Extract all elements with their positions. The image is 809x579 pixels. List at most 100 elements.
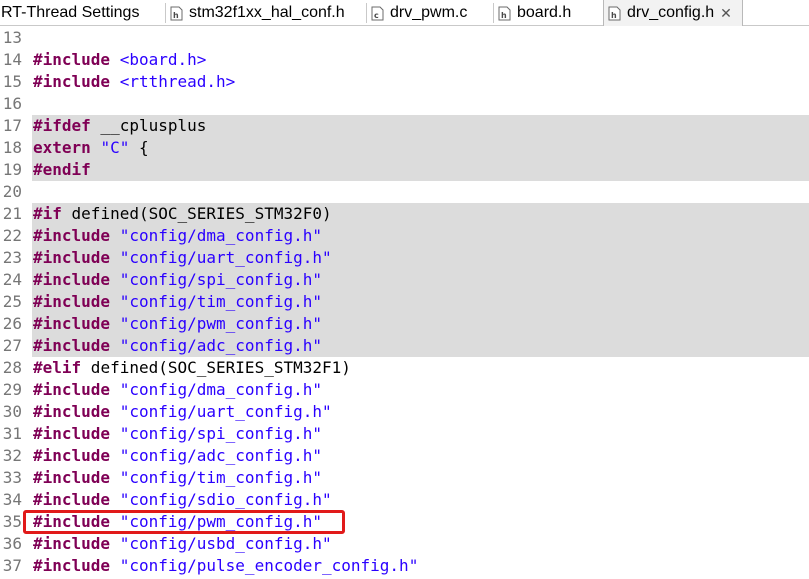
code-text: #include "config/pwm_config.h" [33, 511, 322, 533]
code-line[interactable]: 22 #include "config/dma_config.h" [0, 225, 809, 247]
code-line[interactable]: 31 #include "config/spi_config.h" [0, 423, 809, 445]
string-token: "config/dma_config.h" [119, 226, 322, 245]
line-number: 27 [2, 336, 22, 355]
string-token: "config/spi_config.h" [119, 424, 322, 443]
string-token: "config/tim_config.h" [119, 292, 322, 311]
line-number: 34 [2, 490, 22, 509]
keyword-token: #include [33, 534, 111, 553]
code-line[interactable]: 13 [0, 27, 809, 49]
code-line[interactable]: 36 #include "config/usbd_config.h" [0, 533, 809, 555]
tab-label: drv_config.h [627, 4, 715, 21]
svg-text:c: c [374, 11, 379, 20]
keyword-token: #include [33, 248, 111, 267]
code-text: #include "config/uart_config.h" [33, 401, 332, 423]
keyword-token: #ifdef [33, 116, 91, 135]
code-editor[interactable]: 13 14 #include <board.h> 15 #include <rtthre… [0, 26, 809, 579]
code-text: #ifdef __cplusplus [33, 115, 206, 137]
code-text: #if defined(SOC_SERIES_STM32F0) [33, 203, 332, 225]
tab-drv-config-h[interactable]: h drv_config.h ✕ [603, 0, 743, 26]
code-line[interactable]: 14 #include <board.h> [0, 49, 809, 71]
code-text: #include "config/tim_config.h" [33, 291, 322, 313]
code-line[interactable]: 25 #include "config/tim_config.h" [0, 291, 809, 313]
string-token: "config/spi_config.h" [119, 270, 322, 289]
string-token: "config/adc_config.h" [119, 336, 322, 355]
editor-tab-bar: RT-Thread Settings h stm32f1xx_hal_conf.… [0, 0, 809, 26]
string-token: "C" [100, 138, 130, 157]
header-file-icon: h [608, 6, 621, 20]
code-line[interactable]: 23 #include "config/uart_config.h" [0, 247, 809, 269]
code-line[interactable]: 26 #include "config/pwm_config.h" [0, 313, 809, 335]
code-line[interactable]: 28 #elif defined(SOC_SERIES_STM32F1) [0, 357, 809, 379]
keyword-token: #include [33, 72, 111, 91]
tab-label: drv_pwm.c [390, 4, 468, 21]
keyword-token: #include [33, 292, 111, 311]
line-number: 36 [2, 534, 22, 553]
tab-board-h[interactable]: h board.h [494, 0, 603, 26]
code-line[interactable]: 34 #include "config/sdio_config.h" [0, 489, 809, 511]
line-number: 18 [2, 138, 22, 157]
code-line[interactable]: 21 #if defined(SOC_SERIES_STM32F0) [0, 203, 809, 225]
code-text: #include "config/pwm_config.h" [33, 313, 322, 335]
string-token: "config/dma_config.h" [119, 380, 322, 399]
svg-text:h: h [173, 11, 179, 20]
code-line[interactable]: 17 #ifdef __cplusplus [0, 115, 809, 137]
code-line[interactable]: 37 #include "config/pulse_encoder_config.… [0, 555, 809, 577]
string-token: "config/usbd_config.h" [119, 534, 332, 553]
code-line[interactable]: 15 #include <rtthread.h> [0, 71, 809, 93]
code-line[interactable]: 32 #include "config/adc_config.h" [0, 445, 809, 467]
code-text: #include "config/pulse_encoder_config.h" [33, 555, 418, 577]
keyword-token: #include [33, 380, 111, 399]
code-token: defined(SOC_SERIES_STM32F0) [61, 204, 332, 223]
code-line[interactable]: 35 #include "config/pwm_config.h" [0, 511, 809, 533]
line-number: 20 [2, 182, 22, 201]
string-token: "config/uart_config.h" [119, 402, 332, 421]
code-text: #include "config/adc_config.h" [33, 445, 322, 467]
code-line[interactable]: 27 #include "config/adc_config.h" [0, 335, 809, 357]
keyword-token: #include [33, 556, 111, 575]
code-text: #include <board.h> [33, 49, 206, 71]
tab-rt-thread-settings[interactable]: RT-Thread Settings [0, 0, 166, 26]
code-line[interactable]: 33 #include "config/tim_config.h" [0, 467, 809, 489]
code-line[interactable]: 19 #endif [0, 159, 809, 181]
line-number: 13 [2, 28, 22, 47]
string-token: <rtthread.h> [119, 72, 236, 91]
code-line[interactable]: 30 #include "config/uart_config.h" [0, 401, 809, 423]
keyword-token: #include [33, 446, 111, 465]
tab-label: RT-Thread Settings [1, 4, 140, 21]
code-text: #endif [33, 159, 91, 181]
code-text: #elif defined(SOC_SERIES_STM32F1) [33, 357, 351, 379]
code-line[interactable]: 29 #include "config/dma_config.h" [0, 379, 809, 401]
code-token: defined(SOC_SERIES_STM32F1) [81, 358, 351, 377]
line-number: 30 [2, 402, 22, 421]
keyword-token: #elif [33, 358, 82, 377]
line-number: 37 [2, 556, 22, 575]
keyword-token: #include [33, 314, 111, 333]
keyword-token: #if [33, 204, 62, 223]
line-number: 19 [2, 160, 22, 179]
code-text: #include "config/dma_config.h" [33, 379, 322, 401]
code-line[interactable]: 20 [0, 181, 809, 203]
code-line[interactable]: 18 extern "C" { [0, 137, 809, 159]
line-number: 23 [2, 248, 22, 267]
close-icon[interactable]: ✕ [720, 5, 732, 22]
code-line[interactable]: 16 [0, 93, 809, 115]
tab-drv-pwm-c[interactable]: c drv_pwm.c [367, 0, 494, 26]
string-token: "config/pwm_config.h" [119, 314, 322, 333]
string-token: "config/uart_config.h" [119, 248, 332, 267]
string-token: "config/adc_config.h" [119, 446, 322, 465]
code-text: #include "config/spi_config.h" [33, 269, 322, 291]
code-line[interactable]: 24 #include "config/spi_config.h" [0, 269, 809, 291]
header-file-icon: h [498, 6, 511, 20]
tab-stm32f1xx-hal-conf[interactable]: h stm32f1xx_hal_conf.h [166, 0, 367, 26]
c-file-icon: c [371, 6, 384, 20]
